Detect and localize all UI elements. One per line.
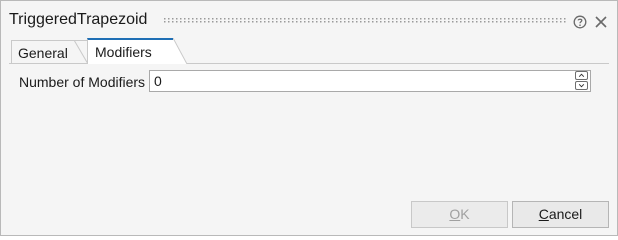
number-of-modifiers-spinbox[interactable] bbox=[149, 70, 591, 92]
drag-grip[interactable] bbox=[164, 18, 566, 24]
tab-general[interactable]: General bbox=[11, 40, 88, 64]
ok-label-rest: K bbox=[460, 206, 470, 222]
dialog-window: TriggeredTrapezoid General Modifiers Num… bbox=[0, 0, 618, 236]
tab-modifiers-edge bbox=[173, 38, 187, 64]
number-of-modifiers-input[interactable] bbox=[150, 71, 574, 91]
cancel-label-rest: ancel bbox=[548, 206, 583, 222]
tab-general-edge bbox=[74, 40, 88, 64]
ok-button[interactable]: OK bbox=[411, 201, 508, 228]
tab-modifiers[interactable]: Modifiers bbox=[87, 38, 187, 64]
title-bar[interactable]: TriggeredTrapezoid bbox=[1, 1, 617, 37]
chevron-down-icon[interactable] bbox=[575, 81, 588, 90]
tab-modifiers-label: Modifiers bbox=[95, 44, 152, 60]
chevron-up-icon[interactable] bbox=[575, 71, 588, 80]
help-icon[interactable] bbox=[573, 15, 587, 29]
close-icon[interactable] bbox=[594, 15, 608, 29]
number-of-modifiers-label: Number of Modifiers bbox=[19, 74, 146, 90]
tab-strip: General Modifiers bbox=[9, 38, 609, 64]
ok-mnemonic: O bbox=[449, 206, 461, 222]
tab-general-label: General bbox=[18, 45, 68, 61]
cancel-button[interactable]: Cancel bbox=[512, 201, 609, 228]
dialog-title: TriggeredTrapezoid bbox=[9, 11, 148, 28]
spin-buttons bbox=[575, 71, 589, 91]
cancel-mnemonic: C bbox=[538, 206, 549, 222]
